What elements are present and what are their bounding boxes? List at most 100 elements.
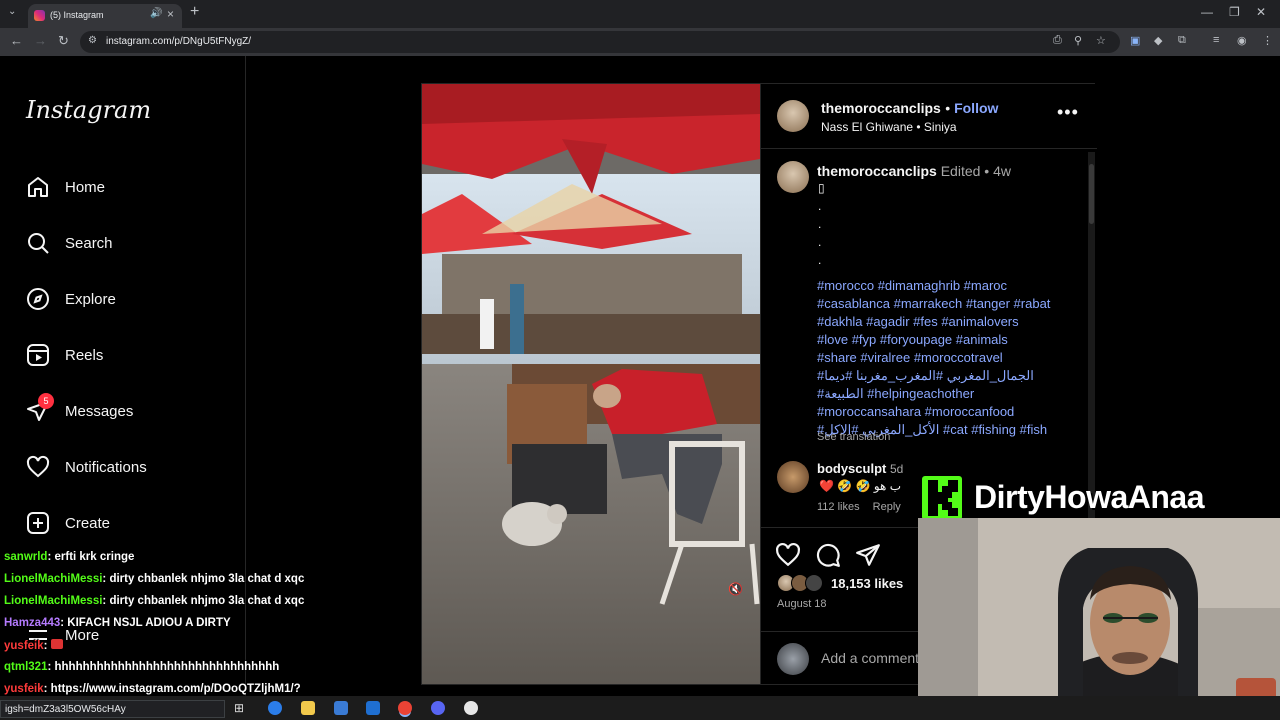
chrome-icon[interactable] (398, 701, 412, 715)
nav-notifications-label: Notifications (65, 459, 147, 476)
extensions-puzzle-icon[interactable]: ⧉ (1178, 34, 1186, 47)
discord-icon[interactable] (431, 701, 445, 715)
browser-menu-icon[interactable]: ⋮ (1262, 34, 1273, 47)
caption-hashtags: #morocco #dimamaghrib #maroc #casablanca… (817, 277, 1072, 439)
address-bar[interactable]: ⚙ instagram.com/p/DNgU5tFNygZ/ (80, 31, 1120, 53)
comment-icon[interactable] (815, 542, 841, 568)
hashtag-line[interactable]: #الطبيعة #helpingeachother (817, 385, 1072, 403)
store-icon[interactable] (334, 701, 348, 715)
home-icon (28, 177, 48, 197)
zoom-icon[interactable]: ⚲ (1074, 34, 1082, 47)
liked-by-avatars[interactable] (777, 574, 829, 594)
minimize-icon[interactable]: — (1201, 5, 1213, 19)
caption-scrollbar[interactable] (1088, 152, 1095, 524)
streamer-brand-overlay: DirtyHowaAnaa (922, 474, 1280, 522)
caption-dot: . (818, 235, 822, 249)
chat-emote-icon (50, 639, 63, 649)
chat-message: LionelMachiMessi: dirty chbanlek nhjmo 3… (4, 595, 304, 607)
instagram-logo[interactable]: Instagram (26, 96, 151, 124)
caption-username[interactable]: themoroccanclips (817, 163, 937, 179)
comment-age: 5d (889, 462, 904, 476)
restore-icon[interactable]: ❐ (1229, 5, 1240, 19)
caption-age: 4w (993, 163, 1012, 179)
hashtag-line[interactable]: #morocco #dimamaghrib #maroc (817, 277, 1072, 295)
comment-reply-button[interactable]: Reply (873, 501, 901, 513)
extension-diamond-icon[interactable]: ◆ (1154, 34, 1162, 47)
chat-username: LionelMachiMessi (4, 595, 103, 607)
chat-text: : dirty chbanlek nhjmo 3la chat d xqc (102, 573, 305, 585)
tab-search-icon[interactable]: ⌄ (8, 6, 16, 17)
file-explorer-icon[interactable] (301, 701, 315, 715)
translate-icon[interactable]: ▣ (1130, 34, 1140, 47)
caption-avatar[interactable] (777, 161, 809, 193)
likes-count[interactable]: 18,153 likes (831, 576, 903, 591)
nav-explore[interactable]: Explore (26, 287, 226, 315)
nav-home-label: Home (65, 179, 106, 196)
reload-icon[interactable]: ↻ (58, 33, 69, 49)
chat-text: : KIFACH NSJL ADIOU A DIRTY (60, 617, 231, 629)
hashtag-line[interactable]: #love #fyp #foryoupage #animals (817, 331, 1072, 349)
obs-icon[interactable] (464, 701, 478, 715)
forward-icon[interactable]: → (34, 33, 47, 48)
task-view-icon[interactable]: ⊞ (234, 701, 248, 715)
streamer-webcam: x20 (918, 518, 1280, 720)
search-icon (28, 233, 49, 254)
commenter-avatar[interactable] (777, 461, 809, 493)
nav-search-label: Search (65, 235, 113, 252)
share-icon[interactable] (855, 542, 881, 568)
instagram-favicon-icon (34, 10, 45, 21)
edge-icon[interactable] (268, 701, 282, 715)
more-options-icon[interactable]: ••• (1057, 102, 1079, 123)
hashtag-line[interactable]: #dakhla #agadir #fes #animalovers (817, 313, 1072, 331)
hashtag-line[interactable]: #moroccansahara #moroccanfood (817, 403, 1072, 421)
nav-reels[interactable]: Reels (26, 343, 226, 371)
comment-likes[interactable]: 112 likes (817, 501, 860, 513)
caption-dot: . (818, 253, 822, 267)
nav-home[interactable]: Home (26, 175, 226, 203)
nav-search[interactable]: Search (26, 231, 226, 259)
video-frame-market-cat (422, 84, 760, 684)
post-header: themoroccanclips • Follow Nass El Ghiwan… (761, 84, 1097, 149)
caption-dot: . (818, 199, 822, 213)
nav-notifications[interactable]: Notifications (26, 455, 226, 483)
author-avatar[interactable] (777, 100, 809, 132)
chat-text: : erfti krk cringe (47, 551, 135, 563)
new-tab-icon[interactable]: + (190, 3, 199, 21)
follow-button[interactable]: Follow (954, 100, 998, 116)
hashtag-line[interactable]: #share #viralree #moroccotravel (817, 349, 1072, 367)
comment-meta: 112 likes Reply (817, 501, 901, 513)
post-video[interactable]: 🔇 (422, 84, 760, 684)
scrollbar-thumb[interactable] (1089, 164, 1094, 224)
nav-more-label: More (65, 627, 100, 644)
back-icon[interactable]: ← (10, 33, 23, 48)
hashtag-line[interactable]: #casablanca #marrakech #tanger #rabat (817, 295, 1072, 313)
commenter-username[interactable]: bodysculpt (817, 461, 886, 476)
tab-title: (5) Instagram (50, 10, 104, 20)
site-info-icon[interactable]: ⚙ (88, 35, 97, 46)
comment-header: bodysculpt 5d (817, 461, 903, 476)
like-heart-icon[interactable] (775, 542, 801, 568)
chat-message: Hamza443: KIFACH NSJL ADIOU A DIRTY (4, 617, 231, 629)
chat-text: : hhhhhhhhhhhhhhhhhhhhhhhhhhhhhhhh (47, 661, 280, 673)
outlook-icon[interactable] (366, 701, 380, 715)
volume-icon[interactable]: 🔇 (728, 582, 743, 596)
current-user-avatar (777, 643, 809, 675)
close-window-icon[interactable]: ✕ (1256, 5, 1266, 19)
chat-text: : https://www.instagram.com/p/DOoQTZljhM… (43, 683, 301, 695)
tab-audio-icon[interactable]: 🔊 (150, 8, 162, 19)
browser-tab-instagram[interactable]: (5) Instagram 🔊 × (28, 4, 182, 28)
profile-icon[interactable]: ◉ (1237, 34, 1247, 47)
hashtag-line[interactable]: #الجمال_المغربي #المغرب_مغربنا #ديما (817, 367, 1072, 385)
browser-toolbar: ← → ↻ ⚙ instagram.com/p/DNgU5tFNygZ/ ⎙ ⚲… (0, 28, 1280, 56)
media-controls-icon[interactable]: ≡ (1213, 34, 1219, 46)
nav-create[interactable]: Create (26, 511, 226, 539)
messages-badge: 5 (38, 393, 54, 409)
bookmark-star-icon[interactable]: ☆ (1096, 34, 1106, 47)
tab-close-icon[interactable]: × (167, 7, 174, 21)
nav-messages[interactable]: 5 Messages (26, 393, 226, 427)
install-app-icon[interactable]: ⎙ (1053, 34, 1062, 47)
author-username[interactable]: themoroccanclips (821, 100, 941, 116)
audio-track[interactable]: Nass El Ghiwane • Siniya (821, 120, 957, 134)
see-translation-link[interactable]: See translation (817, 431, 890, 443)
add-comment-input[interactable]: Add a comment... (821, 650, 931, 666)
